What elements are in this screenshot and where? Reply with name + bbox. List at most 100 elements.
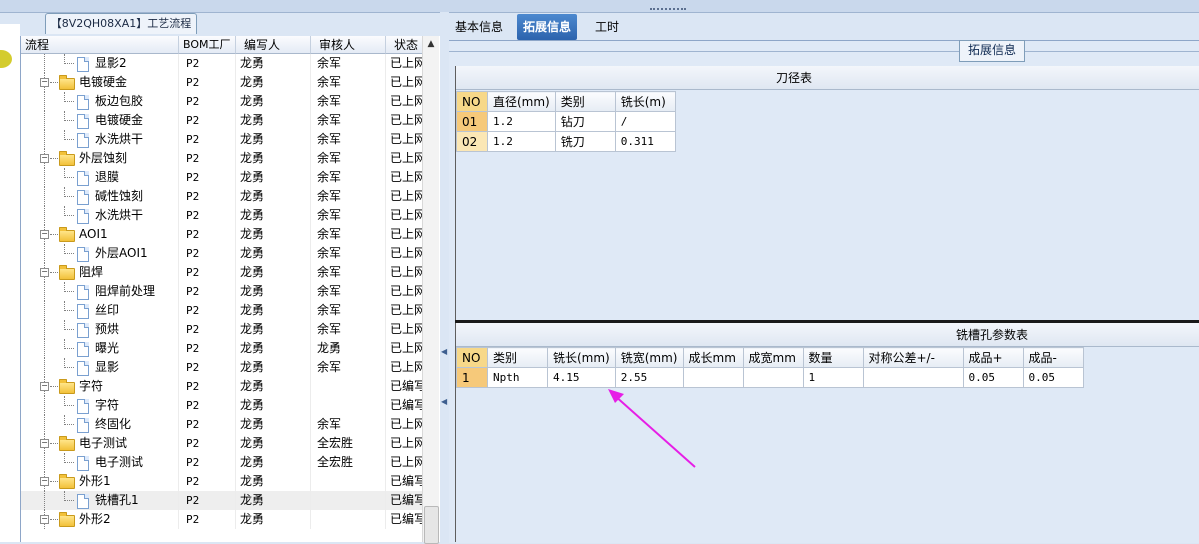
cell-bom-factory[interactable]: P2	[179, 320, 236, 339]
cell-reviewer[interactable]: 余军	[311, 187, 386, 206]
cell-status[interactable]: 已上网	[386, 73, 425, 92]
cell-reviewer[interactable]: 余军	[311, 130, 386, 149]
tool-cell-type[interactable]: 钻刀	[554, 111, 616, 132]
tool-table-row[interactable]: 01 1.2 钻刀 /	[456, 111, 676, 132]
tool-table-row[interactable]: 02 1.2 铣刀 0.311	[456, 131, 676, 152]
cell-bom-factory[interactable]: P2	[179, 415, 236, 434]
collapse-toggle-icon[interactable]: −	[40, 268, 49, 277]
tool-cell-diameter[interactable]: 1.2	[487, 131, 556, 152]
tree-step-row[interactable]: 丝印 P2 龙勇 余军 已上网	[21, 301, 425, 320]
cell-flow[interactable]: − AOI1	[21, 225, 179, 244]
cell-flow[interactable]: − 阻焊	[21, 263, 179, 282]
tool-cell-no[interactable]: 01	[456, 111, 488, 132]
tree-step-row[interactable]: 字符 P2 龙勇 已编写	[21, 396, 425, 415]
tree-group-row[interactable]: − 外层蚀刻 P2 龙勇 余军 已上网	[21, 149, 425, 168]
cell-reviewer[interactable]: 余军	[311, 282, 386, 301]
cell-writer[interactable]: 龙勇	[236, 111, 311, 130]
cell-bom-factory[interactable]: P2	[179, 54, 236, 73]
slot-col-finished-minus[interactable]: 成品-	[1022, 347, 1084, 368]
cell-status[interactable]: 已上网	[386, 187, 425, 206]
cell-flow[interactable]: − 字符	[21, 377, 179, 396]
slot-col-type[interactable]: 类别	[487, 347, 548, 368]
cell-flow[interactable]: 水洗烘干	[21, 206, 179, 225]
tool-cell-diameter[interactable]: 1.2	[487, 111, 556, 132]
cell-writer[interactable]: 龙勇	[236, 263, 311, 282]
cell-flow[interactable]: − 外形2	[21, 510, 179, 529]
cell-reviewer[interactable]: 余军	[311, 263, 386, 282]
cell-writer[interactable]: 龙勇	[236, 225, 311, 244]
tree-step-row[interactable]: 电镀硬金 P2 龙勇 余军 已上网	[21, 111, 425, 130]
cell-reviewer[interactable]: 余军	[311, 111, 386, 130]
cell-bom-factory[interactable]: P2	[179, 92, 236, 111]
cell-status[interactable]: 已编写	[386, 396, 425, 415]
slot-col-no[interactable]: NO	[456, 347, 488, 368]
cell-writer[interactable]: 龙勇	[236, 358, 311, 377]
cell-flow[interactable]: 碱性蚀刻	[21, 187, 179, 206]
cell-bom-factory[interactable]: P2	[179, 472, 236, 491]
cell-reviewer[interactable]	[311, 510, 386, 529]
cell-bom-factory[interactable]: P2	[179, 396, 236, 415]
cell-reviewer[interactable]: 余军	[311, 320, 386, 339]
cell-bom-factory[interactable]: P2	[179, 301, 236, 320]
tree-group-row[interactable]: − 电子测试 P2 龙勇 全宏胜 已上网	[21, 434, 425, 453]
cell-reviewer[interactable]: 余军	[311, 149, 386, 168]
cell-status[interactable]: 已上网	[386, 358, 425, 377]
column-header-bom-factory[interactable]: BOM工厂	[179, 36, 236, 54]
tab-work-hours[interactable]: 工时	[589, 14, 625, 40]
column-header-flow[interactable]: 流程	[21, 36, 179, 54]
cell-status[interactable]: 已编写	[386, 472, 425, 491]
tool-col-length[interactable]: 铣长(m)	[614, 91, 676, 112]
cell-status[interactable]: 已上网	[386, 54, 425, 73]
process-flow-tab[interactable]: 【8V2QH08XA1】工艺流程	[45, 13, 197, 34]
collapse-toggle-icon[interactable]: −	[40, 154, 49, 163]
slot-cell-quantity[interactable]: 1	[802, 367, 864, 388]
cell-bom-factory[interactable]: P2	[179, 111, 236, 130]
tree-step-row[interactable]: 电子测试 P2 龙勇 全宏胜 已上网	[21, 453, 425, 472]
cell-reviewer[interactable]: 余军	[311, 168, 386, 187]
tool-col-type[interactable]: 类别	[554, 91, 616, 112]
cell-status[interactable]: 已上网	[386, 130, 425, 149]
slot-cell-finished-minus[interactable]: 0.05	[1022, 367, 1084, 388]
cell-flow[interactable]: 显影2	[21, 54, 179, 73]
tree-step-row[interactable]: 外层AOI1 P2 龙勇 余军 已上网	[21, 244, 425, 263]
tree-step-row[interactable]: 碱性蚀刻 P2 龙勇 余军 已上网	[21, 187, 425, 206]
tree-group-row[interactable]: − 电镀硬金 P2 龙勇 余军 已上网	[21, 73, 425, 92]
cell-bom-factory[interactable]: P2	[179, 168, 236, 187]
slot-col-finished-plus[interactable]: 成品+	[962, 347, 1024, 368]
cell-reviewer[interactable]: 余军	[311, 244, 386, 263]
tree-step-row[interactable]: 显影 P2 龙勇 余军 已上网	[21, 358, 425, 377]
tool-col-diameter[interactable]: 直径(mm)	[487, 91, 556, 112]
tree-group-row[interactable]: − 外形1 P2 龙勇 已编写	[21, 472, 425, 491]
cell-writer[interactable]: 龙勇	[236, 396, 311, 415]
cell-status[interactable]: 已上网	[386, 320, 425, 339]
slot-col-finished-width[interactable]: 成宽mm	[742, 347, 804, 368]
cell-reviewer[interactable]: 余军	[311, 301, 386, 320]
cell-flow[interactable]: 电子测试	[21, 453, 179, 472]
cell-status[interactable]: 已上网	[386, 225, 425, 244]
cell-status[interactable]: 已上网	[386, 453, 425, 472]
slot-col-width[interactable]: 铣宽(mm)	[614, 347, 684, 368]
cell-reviewer[interactable]	[311, 472, 386, 491]
cell-status[interactable]: 已上网	[386, 168, 425, 187]
tree-group-row[interactable]: − 外形2 P2 龙勇 已编写	[21, 510, 425, 529]
cell-reviewer[interactable]: 余军	[311, 73, 386, 92]
tree-vertical-scrollbar[interactable]: ▲	[422, 36, 439, 544]
cell-flow[interactable]: 退膜	[21, 168, 179, 187]
cell-writer[interactable]: 龙勇	[236, 73, 311, 92]
scrollbar-thumb[interactable]	[424, 506, 439, 544]
cell-writer[interactable]: 龙勇	[236, 149, 311, 168]
cell-status[interactable]: 已上网	[386, 149, 425, 168]
cell-reviewer[interactable]: 余军	[311, 92, 386, 111]
cell-status[interactable]: 已上网	[386, 92, 425, 111]
tool-cell-type[interactable]: 铣刀	[554, 131, 616, 152]
collapse-toggle-icon[interactable]: −	[40, 515, 49, 524]
cell-writer[interactable]: 龙勇	[236, 206, 311, 225]
slot-cell-finished-plus[interactable]: 0.05	[962, 367, 1024, 388]
cell-reviewer[interactable]: 全宏胜	[311, 453, 386, 472]
tool-cell-length[interactable]: /	[614, 111, 676, 132]
tree-group-row[interactable]: − AOI1 P2 龙勇 余军 已上网	[21, 225, 425, 244]
middle-splitter[interactable]: ◀ ◀	[440, 12, 449, 542]
column-header-reviewer[interactable]: 审核人	[311, 36, 386, 54]
cell-status[interactable]: 已上网	[386, 282, 425, 301]
cell-writer[interactable]: 龙勇	[236, 510, 311, 529]
